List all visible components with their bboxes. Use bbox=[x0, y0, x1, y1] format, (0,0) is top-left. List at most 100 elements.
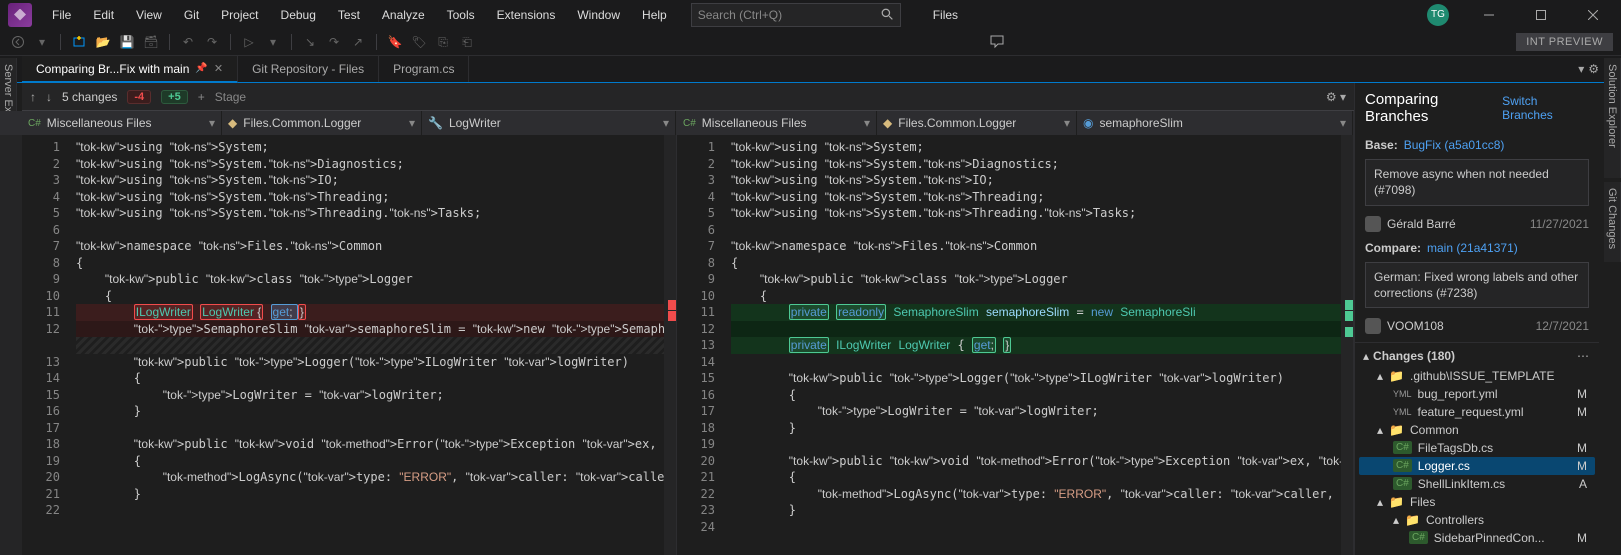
menu-tools[interactable]: Tools bbox=[437, 2, 485, 28]
comment-button[interactable]: ⎘ bbox=[433, 32, 453, 52]
search-placeholder: Search (Ctrl+Q) bbox=[698, 8, 782, 22]
author-avatar-icon bbox=[1365, 216, 1381, 232]
new-item-button[interactable] bbox=[69, 32, 89, 52]
menu-git[interactable]: Git bbox=[174, 2, 209, 28]
code-area-left[interactable]: 12345678910111213141516171819202122 "tok… bbox=[0, 135, 676, 555]
menu-window[interactable]: Window bbox=[567, 2, 630, 28]
switch-branches-link[interactable]: Switch Branches bbox=[1502, 94, 1589, 122]
close-icon[interactable]: ✕ bbox=[214, 62, 223, 75]
next-change-button[interactable]: ↓ bbox=[46, 90, 52, 104]
gear-icon[interactable]: ⚙ bbox=[1588, 62, 1599, 76]
csharp-icon: C# bbox=[1393, 459, 1412, 472]
nav-row-left: C# Miscellaneous Files▾ ◆ Files.Common.L… bbox=[0, 111, 676, 135]
prev-change-button[interactable]: ↑ bbox=[30, 90, 36, 104]
stage-button[interactable]: Stage bbox=[215, 90, 246, 104]
titlebar-right: TG bbox=[1427, 1, 1613, 29]
change-strip-left[interactable] bbox=[664, 135, 676, 555]
bookmark2-button[interactable]: 🏷 bbox=[409, 32, 429, 52]
compare-date: 12/7/2021 bbox=[1536, 319, 1589, 333]
combo-class-left[interactable]: ◆ Files.Common.Logger▾ bbox=[222, 111, 422, 135]
start-button[interactable]: ▷ bbox=[239, 32, 259, 52]
vs-logo bbox=[8, 3, 32, 27]
base-branch[interactable]: BugFix (a5a01cc8) bbox=[1404, 138, 1505, 152]
code-right[interactable]: "tok-kw">using "tok-ns">System;"tok-kw">… bbox=[723, 135, 1353, 555]
folder-icon: 📁 bbox=[1405, 513, 1420, 527]
search-icon bbox=[881, 8, 894, 21]
combo-member-right[interactable]: ◉ semaphoreSlim▾ bbox=[1077, 111, 1353, 135]
search-input[interactable]: Search (Ctrl+Q) bbox=[691, 3, 901, 27]
maximize-button[interactable] bbox=[1521, 1, 1561, 29]
compare-branch[interactable]: main (21a41371) bbox=[1427, 241, 1518, 255]
menu-debug[interactable]: Debug bbox=[271, 2, 326, 28]
code-area-right[interactable]: 123456789101112131415161718192021222324 … bbox=[677, 135, 1353, 555]
tree-file-logger[interactable]: C#Logger.csM bbox=[1359, 457, 1595, 475]
base-date: 11/27/2021 bbox=[1530, 217, 1589, 231]
user-avatar[interactable]: TG bbox=[1427, 4, 1449, 26]
nav-back-button[interactable] bbox=[8, 32, 28, 52]
tab-git-repository[interactable]: Git Repository - Files bbox=[238, 56, 379, 82]
menu-edit[interactable]: Edit bbox=[83, 2, 124, 28]
yml-icon: YML bbox=[1393, 407, 1412, 417]
change-strip-right[interactable] bbox=[1341, 135, 1353, 555]
save-all-button[interactable]: 🗃 bbox=[141, 32, 161, 52]
tab-compare-branches[interactable]: Comparing Br...Fix with main 📌 ✕ bbox=[22, 56, 238, 83]
menu-view[interactable]: View bbox=[126, 2, 172, 28]
tree-file-shelllink[interactable]: C#ShellLinkItem.csA bbox=[1359, 475, 1595, 493]
field-icon: ◉ bbox=[1083, 116, 1093, 130]
menu-help[interactable]: Help bbox=[632, 2, 677, 28]
start-menu-button[interactable]: ▾ bbox=[263, 32, 283, 52]
line-numbers-right: 123456789101112131415161718192021222324 bbox=[677, 135, 723, 555]
tree-folder-controllers[interactable]: ▴📁Controllers bbox=[1359, 511, 1595, 529]
tab-dropdown-icon[interactable]: ▾ bbox=[1578, 62, 1584, 76]
compare-label: Compare: bbox=[1365, 241, 1421, 255]
step-over-button[interactable]: ↷ bbox=[324, 32, 344, 52]
save-button[interactable]: 💾 bbox=[117, 32, 137, 52]
pin-icon[interactable]: 📌 bbox=[195, 63, 207, 74]
panel-title: Comparing Branches bbox=[1365, 91, 1502, 125]
menu-files[interactable]: Files bbox=[923, 2, 968, 28]
menu-analyze[interactable]: Analyze bbox=[372, 2, 435, 28]
tab-program-cs[interactable]: Program.cs bbox=[379, 56, 469, 82]
more-icon[interactable]: ⋯ bbox=[1577, 349, 1589, 363]
step-into-button[interactable]: ↘ bbox=[300, 32, 320, 52]
changes-tree: ▴📁.github\ISSUE_TEMPLATE YMLbug_report.y… bbox=[1355, 367, 1599, 555]
diff-settings-icon[interactable]: ⚙ ▾ bbox=[1326, 90, 1346, 104]
csharp-icon: C# bbox=[683, 118, 696, 129]
csharp-icon: C# bbox=[1393, 441, 1412, 454]
combo-member-left[interactable]: 🔧 LogWriter▾ bbox=[422, 111, 676, 135]
uncomment-button[interactable]: ⎗ bbox=[457, 32, 477, 52]
folder-icon: 📁 bbox=[1389, 423, 1404, 437]
folder-icon: 📁 bbox=[1389, 369, 1404, 383]
code-left[interactable]: "tok-kw">using "tok-ns">System;"tok-kw">… bbox=[68, 135, 676, 555]
author-avatar-icon bbox=[1365, 318, 1381, 334]
tree-file-bug-report[interactable]: YMLbug_report.ymlM bbox=[1359, 385, 1595, 403]
tree-folder-files[interactable]: ▴📁Files bbox=[1359, 493, 1595, 511]
step-out-button[interactable]: ↗ bbox=[348, 32, 368, 52]
tree-file-sidebar[interactable]: C#SidebarPinnedCon...M bbox=[1359, 529, 1595, 547]
tree-file-filetags[interactable]: C#FileTagsDb.csM bbox=[1359, 439, 1595, 457]
nav-fwd-button[interactable]: ▾ bbox=[32, 32, 52, 52]
yml-icon: YML bbox=[1393, 389, 1412, 399]
minimize-button[interactable] bbox=[1469, 1, 1509, 29]
menu-test[interactable]: Test bbox=[328, 2, 370, 28]
toolbar: ▾ 📂 💾 🗃 ↶ ↷ ▷ ▾ ↘ ↷ ↗ 🔖 🏷 ⎘ ⎗ INT PREVIE… bbox=[0, 29, 1621, 56]
bookmark-button[interactable]: 🔖 bbox=[385, 32, 405, 52]
menu-project[interactable]: Project bbox=[211, 2, 268, 28]
close-button[interactable] bbox=[1573, 1, 1613, 29]
menu-extensions[interactable]: Extensions bbox=[487, 2, 566, 28]
combo-project-left[interactable]: C# Miscellaneous Files▾ bbox=[22, 111, 222, 135]
chevron-down-icon[interactable]: ▴ bbox=[1363, 349, 1369, 363]
tree-file-feature-request[interactable]: YMLfeature_request.ymlM bbox=[1359, 403, 1595, 421]
csharp-icon: C# bbox=[1393, 477, 1412, 490]
menu-file[interactable]: File bbox=[42, 2, 81, 28]
combo-class-right[interactable]: ◆ Files.Common.Logger▾ bbox=[877, 111, 1077, 135]
feedback-icon[interactable] bbox=[989, 34, 1005, 50]
tree-folder-common[interactable]: ▴📁Common bbox=[1359, 421, 1595, 439]
class-icon: ◆ bbox=[228, 116, 237, 130]
tree-folder-github[interactable]: ▴📁.github\ISSUE_TEMPLATE bbox=[1359, 367, 1595, 385]
open-button[interactable]: 📂 bbox=[93, 32, 113, 52]
combo-project-right[interactable]: C# Miscellaneous Files▾ bbox=[677, 111, 877, 135]
undo-button[interactable]: ↶ bbox=[178, 32, 198, 52]
redo-button[interactable]: ↷ bbox=[202, 32, 222, 52]
main-area: ↑ ↓ 5 changes -4 +5 + Stage ⚙ ▾ C# Misce… bbox=[0, 83, 1621, 555]
